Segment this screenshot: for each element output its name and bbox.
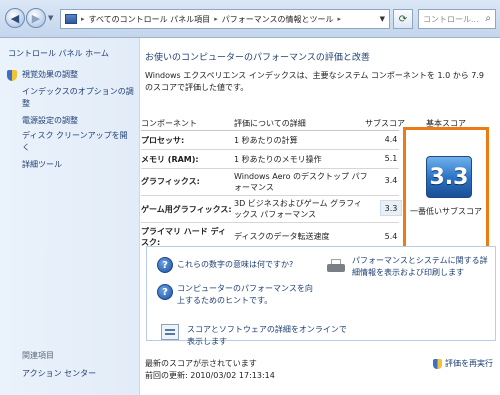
sidebar-item-disk-cleanup[interactable]: ディスク クリーンアップを開く [22,130,134,154]
row-component: プライマリ ハード ディスク: [141,227,227,247]
breadcrumb-separator-icon[interactable]: ▸ [81,15,85,23]
sidebar-item-advanced-tools[interactable]: 詳細ツール [22,159,134,171]
base-score-box: 3.3 一番低いサブスコア [403,127,489,251]
tips-link[interactable]: コンピューターのパフォーマンスを向上するためのヒントです。 [177,283,317,307]
row-divider [141,222,399,223]
score-status: 最新のスコアが示されています [145,359,257,368]
page-description: Windows エクスペリエンス インデックスは、主要なシステム コンポーネント… [145,71,484,92]
row-divider [141,149,399,150]
shield-icon [433,358,442,369]
refresh-icon: ⟳ [398,13,408,25]
row-subscore: 3.4 [384,176,398,185]
shield-icon [7,70,17,81]
help-icon: ? [157,284,173,300]
main-content: お使いのコンピューターのパフォーマンスの評価と改善 Windows エクスペリエ… [141,38,500,395]
printer-icon [327,259,345,273]
header-divider [141,130,399,131]
row-subscore: 5.1 [384,154,398,163]
row-subscore: 4.4 [384,135,398,144]
history-dropdown-icon[interactable]: ▼ [48,14,53,22]
row-component: グラフィックス: [141,177,200,186]
sidebar-item-indexing[interactable]: インデックスのオプションの調整 [22,86,134,110]
row-component: ゲーム用グラフィックス: [141,205,232,214]
back-arrow-icon: ◀ [10,11,20,25]
last-update: 前回の更新: 2010/03/02 17:13:14 [145,371,275,380]
help-icon: ? [157,257,173,273]
row-subscore-lowest: 3.3 [380,200,402,216]
rerun-label[interactable]: 評価を再実行 [445,358,493,369]
software-details-link[interactable]: スコアとソフトウェアの詳細をオンラインで表示します [187,324,347,348]
action-center-link[interactable]: アクション センター [22,368,96,379]
row-detail: Windows Aero のデスクトップ パフォーマンス [234,172,368,192]
column-header-subscore: サブスコア [365,119,405,128]
breadcrumb-separator-icon[interactable]: ▸ [338,15,342,23]
breadcrumb-separator-icon[interactable]: ▸ [214,15,218,23]
address-bar: ◀ ▶ ▼ ▸ すべてのコントロール パネル項目 ▸ パフォーマンスの情報とツー… [0,0,500,38]
breadcrumb[interactable]: ▸ すべてのコントロール パネル項目 ▸ パフォーマンスの情報とツール ▸ ▼ [60,9,390,29]
row-divider [141,168,399,169]
search-input[interactable]: コントロール... ⌕ [418,9,496,29]
row-component: メモリ (RAM): [141,155,199,164]
search-placeholder: コントロール... [423,14,479,24]
printer-body-icon [327,264,345,272]
row-detail: 1 秒あたりの計算 [234,136,298,145]
base-score-badge: 3.3 [426,156,472,198]
what-mean-link[interactable]: これらの数字の意味は何ですか? [177,259,317,271]
document-icon [161,324,179,340]
page-title: お使いのコンピューターのパフォーマンスの評価と改善 [145,53,370,63]
refresh-button[interactable]: ⟳ [393,9,413,29]
row-subscore: 5.4 [384,232,398,241]
forward-arrow-icon: ▶ [31,11,41,25]
links-panel: ? これらの数字の意味は何ですか? パフォーマンスとシステムに関する詳細情報を表… [146,246,496,346]
column-header-details: 評価についての詳細 [234,119,306,128]
sidebar-item-visual-effects[interactable]: 視覚効果の調整 [22,69,134,81]
row-divider [141,195,399,196]
breadcrumb-all-items[interactable]: すべてのコントロール パネル項目 [89,14,211,25]
print-details-link[interactable]: パフォーマンスとシステムに関する詳細情報を表示および印刷します [352,255,492,279]
row-component: プロセッサ: [141,136,185,145]
column-header-component: コンポーネント [141,119,197,128]
back-button[interactable]: ◀ [5,8,25,28]
sidebar: コントロール パネル ホーム 視覚効果の調整 インデックスのオプションの調整 電… [0,38,140,395]
control-panel-icon [65,14,77,24]
search-icon[interactable]: ⌕ [485,13,491,24]
address-dropdown-icon[interactable]: ▼ [380,15,385,23]
breadcrumb-performance[interactable]: パフォーマンスの情報とツール [222,14,334,25]
see-also-heading: 関連項目 [22,351,54,360]
row-detail: 3D ビジネスおよびゲーム グラフィックス パフォーマンス [234,199,362,219]
row-detail: ディスクのデータ転送速度 [234,232,330,241]
rerun-assessment-link[interactable]: 評価を再実行 [433,358,493,369]
sidebar-home-link[interactable]: コントロール パネル ホーム [8,48,109,59]
row-detail: 1 秒あたりのメモリ操作 [234,155,322,164]
base-score-caption: 一番低いサブスコア [410,207,482,216]
sidebar-item-power[interactable]: 電源設定の調整 [22,115,134,127]
forward-button[interactable]: ▶ [26,8,46,28]
